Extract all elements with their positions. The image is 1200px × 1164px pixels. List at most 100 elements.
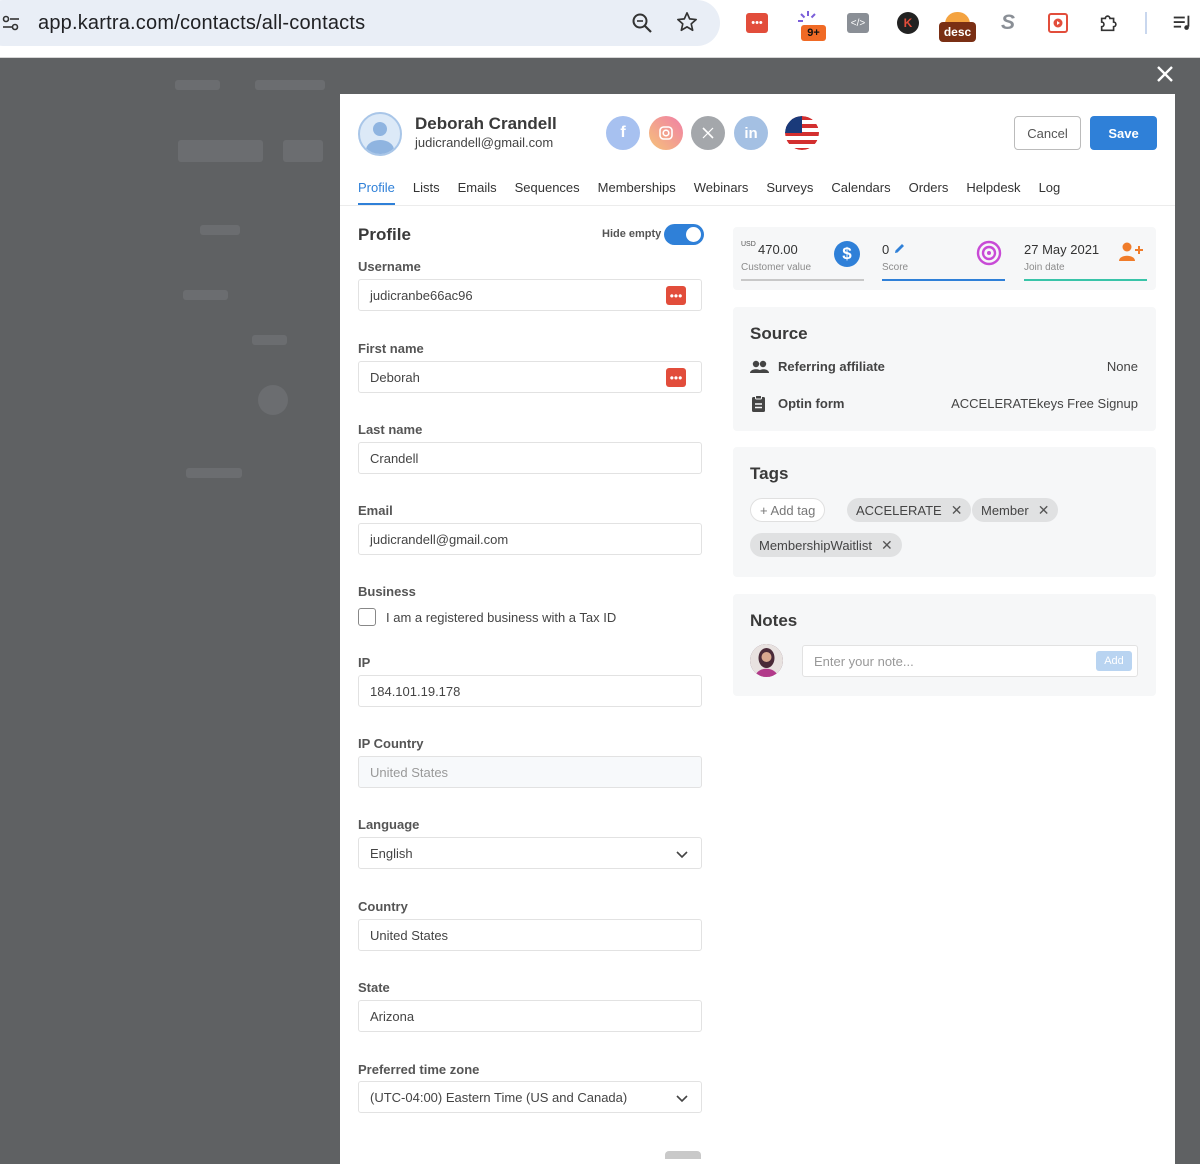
add-tag-button[interactable]: + Add tag bbox=[750, 498, 826, 522]
language-value: English bbox=[370, 845, 413, 861]
customer-value-bar bbox=[741, 279, 864, 281]
business-checkbox[interactable] bbox=[358, 608, 376, 626]
score-value: 0 bbox=[882, 242, 890, 257]
note-input-placeholder: Enter your note... bbox=[814, 654, 914, 669]
last-name-label: Last name bbox=[358, 422, 423, 437]
tab-surveys[interactable]: Surveys bbox=[766, 180, 813, 205]
reading-list-icon[interactable] bbox=[1170, 11, 1194, 35]
tab-profile[interactable]: Profile bbox=[358, 180, 395, 205]
linkedin-icon[interactable]: in bbox=[734, 116, 768, 150]
background-element bbox=[175, 80, 220, 90]
background-element bbox=[178, 140, 263, 162]
time-zone-select[interactable]: (UTC-04:00) Eastern Time (US and Canada) bbox=[358, 1081, 702, 1113]
business-label: Business bbox=[358, 584, 416, 599]
tab-helpdesk[interactable]: Helpdesk bbox=[966, 180, 1020, 205]
tab-lists[interactable]: Lists bbox=[413, 180, 440, 205]
code-extension-icon[interactable]: </> bbox=[846, 11, 870, 35]
remove-tag-icon[interactable]: ✕ bbox=[881, 537, 893, 554]
tag-label: Member bbox=[981, 502, 1029, 518]
state-label: State bbox=[358, 980, 390, 995]
optin-form-label: Optin form bbox=[778, 396, 845, 411]
password-manager-icon[interactable]: ••• bbox=[666, 286, 686, 305]
country-value: United States bbox=[370, 927, 449, 943]
remove-tag-icon[interactable]: ✕ bbox=[951, 502, 963, 519]
tag-chip: MembershipWaitlist ✕ bbox=[750, 533, 902, 557]
language-select[interactable]: English bbox=[358, 837, 702, 869]
state-value: Arizona bbox=[370, 1008, 415, 1024]
cancel-button[interactable]: Cancel bbox=[1014, 116, 1081, 150]
first-name-label: First name bbox=[358, 341, 424, 356]
close-modal-icon[interactable] bbox=[1156, 65, 1174, 88]
notes-title: Notes bbox=[750, 611, 798, 630]
background-element bbox=[258, 385, 288, 415]
desc-extension-icon[interactable]: desc bbox=[939, 12, 976, 44]
contact-name: Deborah Crandell bbox=[415, 114, 557, 133]
tags-title: Tags bbox=[750, 464, 789, 483]
password-manager-icon[interactable]: ••• bbox=[666, 368, 686, 387]
hide-empty-label: Hide empty bbox=[602, 228, 662, 240]
tag-label: MembershipWaitlist bbox=[759, 537, 872, 553]
people-icon bbox=[750, 360, 769, 379]
add-note-button[interactable]: Add bbox=[1096, 651, 1132, 671]
last-name-value: Crandell bbox=[370, 450, 419, 466]
currency-label: USD bbox=[741, 241, 756, 248]
state-field[interactable]: Arizona bbox=[358, 1000, 702, 1032]
bookmark-star-icon[interactable] bbox=[676, 11, 698, 38]
ip-value: 184.101.19.178 bbox=[370, 683, 461, 699]
join-date-label: Join date bbox=[1024, 262, 1065, 273]
tab-emails[interactable]: Emails bbox=[458, 180, 497, 205]
email-field[interactable]: judicrandell@gmail.com bbox=[358, 523, 702, 555]
remove-tag-icon[interactable]: ✕ bbox=[1038, 502, 1050, 519]
user-avatar bbox=[750, 644, 783, 677]
customer-value: 470.00 bbox=[758, 242, 798, 257]
contact-email: judicrandell@gmail.com bbox=[415, 135, 554, 150]
join-date-value: 27 May 2021 bbox=[1024, 242, 1100, 257]
background-element bbox=[283, 140, 323, 162]
us-flag-icon bbox=[785, 116, 819, 150]
zoom-search-icon[interactable] bbox=[631, 12, 653, 39]
chevron-down-icon bbox=[676, 851, 688, 859]
tag-chip: ACCELERATE ✕ bbox=[847, 498, 972, 522]
score-label: Score bbox=[882, 262, 909, 273]
contact-avatar bbox=[358, 112, 402, 156]
tab-sequences[interactable]: Sequences bbox=[515, 180, 580, 205]
partial-toggle[interactable] bbox=[665, 1151, 701, 1159]
hide-empty-toggle[interactable] bbox=[664, 224, 704, 245]
customer-value-label: Customer value bbox=[741, 262, 812, 273]
add-person-icon[interactable] bbox=[1118, 241, 1144, 268]
tab-log[interactable]: Log bbox=[1039, 180, 1061, 205]
url-text[interactable]: app.kartra.com/contacts/all-contacts bbox=[38, 12, 365, 35]
username-label: Username bbox=[358, 259, 421, 274]
target-icon bbox=[976, 240, 1002, 271]
tab-memberships[interactable]: Memberships bbox=[598, 180, 676, 205]
s-extension-icon[interactable]: S bbox=[996, 11, 1020, 35]
country-field[interactable]: United States bbox=[358, 919, 702, 951]
edit-pencil-icon[interactable] bbox=[893, 242, 906, 260]
browser-toolbar: app.kartra.com/contacts/all-contacts •••… bbox=[0, 0, 1200, 58]
tabs-divider bbox=[340, 205, 1175, 206]
facebook-icon[interactable]: f bbox=[606, 116, 640, 150]
ip-field[interactable]: 184.101.19.178 bbox=[358, 675, 702, 707]
x-twitter-icon[interactable] bbox=[691, 116, 725, 150]
profile-title: Profile bbox=[358, 225, 411, 244]
site-settings-icon[interactable] bbox=[2, 14, 20, 37]
last-name-field[interactable]: Crandell bbox=[358, 442, 702, 474]
username-field[interactable]: judicranbe66ac96 ••• bbox=[358, 279, 702, 311]
video-extension-icon[interactable] bbox=[1046, 11, 1070, 35]
business-checkbox-label[interactable]: I am a registered business with a Tax ID bbox=[386, 610, 616, 625]
dollar-icon: $ bbox=[834, 241, 860, 267]
ip-country-field: United States bbox=[358, 756, 702, 788]
tag-label: ACCELERATE bbox=[856, 502, 942, 518]
k-extension-icon[interactable]: K bbox=[896, 11, 920, 35]
first-name-field[interactable]: Deborah ••• bbox=[358, 361, 702, 393]
save-button[interactable]: Save bbox=[1090, 116, 1157, 150]
tab-webinars[interactable]: Webinars bbox=[694, 180, 749, 205]
tags-card: Tags + Add tag ACCELERATE ✕ Member ✕ Membe… bbox=[733, 447, 1156, 577]
tab-orders[interactable]: Orders bbox=[909, 180, 949, 205]
extensions-puzzle-icon[interactable] bbox=[1097, 11, 1121, 35]
instagram-icon[interactable] bbox=[649, 116, 683, 150]
tab-calendars[interactable]: Calendars bbox=[831, 180, 890, 205]
note-input[interactable]: Enter your note... Add bbox=[802, 645, 1138, 677]
source-title: Source bbox=[750, 324, 808, 343]
password-manager-extension-icon[interactable]: ••• bbox=[745, 11, 769, 35]
